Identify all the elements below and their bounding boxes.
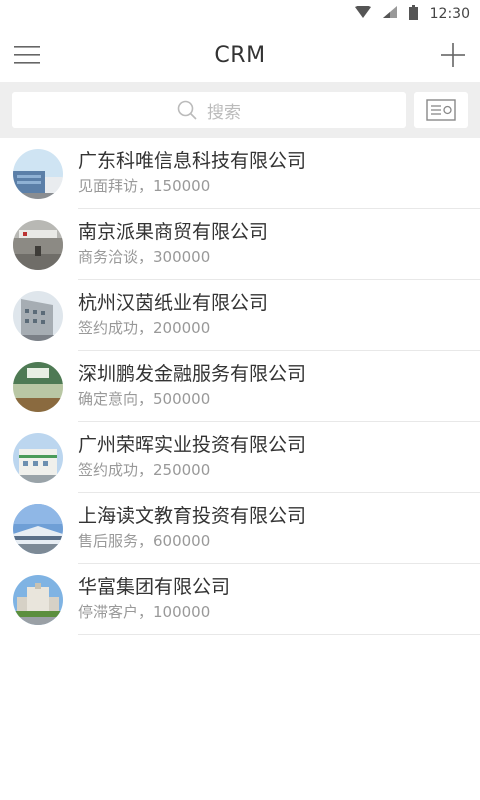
list-item-text: 深圳鹏发金融服务有限公司 确定意向，500000 bbox=[78, 351, 480, 422]
avatar bbox=[13, 574, 63, 625]
company-name: 广州荣晖实业投资有限公司 bbox=[78, 434, 307, 456]
menu-button[interactable] bbox=[14, 42, 40, 68]
signal-icon bbox=[382, 6, 397, 22]
list-item-text: 广东科唯信息科技有限公司 见面拜访，150000 bbox=[78, 138, 480, 209]
company-status-amount: 见面拜访，150000 bbox=[78, 177, 211, 195]
list-item-text: 华富集团有限公司 停滞客户，100000 bbox=[78, 564, 480, 635]
app-bar: CRM bbox=[0, 28, 480, 82]
avatar bbox=[13, 290, 63, 341]
company-name: 深圳鹏发金融服务有限公司 bbox=[78, 363, 307, 385]
list-item[interactable]: 杭州汉茵纸业有限公司 签约成功，200000 bbox=[0, 280, 480, 351]
hamburger-menu-icon bbox=[14, 46, 40, 64]
list-item-text: 杭州汉茵纸业有限公司 签约成功，200000 bbox=[78, 280, 480, 351]
list-item[interactable]: 深圳鹏发金融服务有限公司 确定意向，500000 bbox=[0, 351, 480, 422]
plus-icon bbox=[440, 43, 465, 67]
list-item-text: 南京派果商贸有限公司 商务洽谈，300000 bbox=[78, 209, 480, 280]
avatar bbox=[13, 503, 63, 554]
avatar bbox=[13, 432, 63, 483]
list-item[interactable]: 华富集团有限公司 停滞客户，100000 bbox=[0, 564, 480, 635]
company-status-amount: 签约成功，200000 bbox=[78, 319, 211, 337]
search-input[interactable]: 搜索 bbox=[12, 92, 406, 128]
business-card-icon bbox=[426, 99, 456, 121]
company-status-amount: 停滞客户，100000 bbox=[78, 603, 211, 621]
company-name: 上海读文教育投资有限公司 bbox=[78, 505, 307, 527]
add-button[interactable] bbox=[440, 42, 466, 68]
customer-list: 广东科唯信息科技有限公司 见面拜访，150000 南京派果商贸有限公司 商务洽谈… bbox=[0, 138, 480, 635]
company-name: 华富集团有限公司 bbox=[78, 576, 231, 598]
avatar bbox=[13, 148, 63, 199]
battery-icon bbox=[408, 4, 418, 24]
company-name: 广东科唯信息科技有限公司 bbox=[78, 150, 307, 172]
company-name: 杭州汉茵纸业有限公司 bbox=[78, 292, 269, 314]
list-item[interactable]: 南京派果商贸有限公司 商务洽谈，300000 bbox=[0, 209, 480, 280]
list-item[interactable]: 广东科唯信息科技有限公司 见面拜访，150000 bbox=[0, 138, 480, 209]
search-icon bbox=[177, 100, 197, 120]
status-bar: 12:30 bbox=[0, 0, 480, 28]
search-bar: 搜索 bbox=[0, 82, 480, 138]
page-title: CRM bbox=[214, 42, 266, 68]
search-placeholder: 搜索 bbox=[207, 102, 241, 123]
avatar bbox=[13, 361, 63, 412]
business-card-scan-button[interactable] bbox=[414, 92, 468, 128]
status-time: 12:30 bbox=[429, 6, 470, 22]
company-status-amount: 售后服务，600000 bbox=[78, 532, 211, 550]
list-item[interactable]: 广州荣晖实业投资有限公司 签约成功，250000 bbox=[0, 422, 480, 493]
company-status-amount: 确定意向，500000 bbox=[78, 390, 211, 408]
company-status-amount: 商务洽谈，300000 bbox=[78, 248, 211, 266]
list-item-text: 广州荣晖实业投资有限公司 签约成功，250000 bbox=[78, 422, 480, 493]
company-status-amount: 签约成功，250000 bbox=[78, 461, 211, 479]
list-item[interactable]: 上海读文教育投资有限公司 售后服务，600000 bbox=[0, 493, 480, 564]
avatar bbox=[13, 219, 63, 270]
company-name: 南京派果商贸有限公司 bbox=[78, 221, 269, 243]
wifi-icon bbox=[354, 5, 371, 22]
list-item-text: 上海读文教育投资有限公司 售后服务，600000 bbox=[78, 493, 480, 564]
